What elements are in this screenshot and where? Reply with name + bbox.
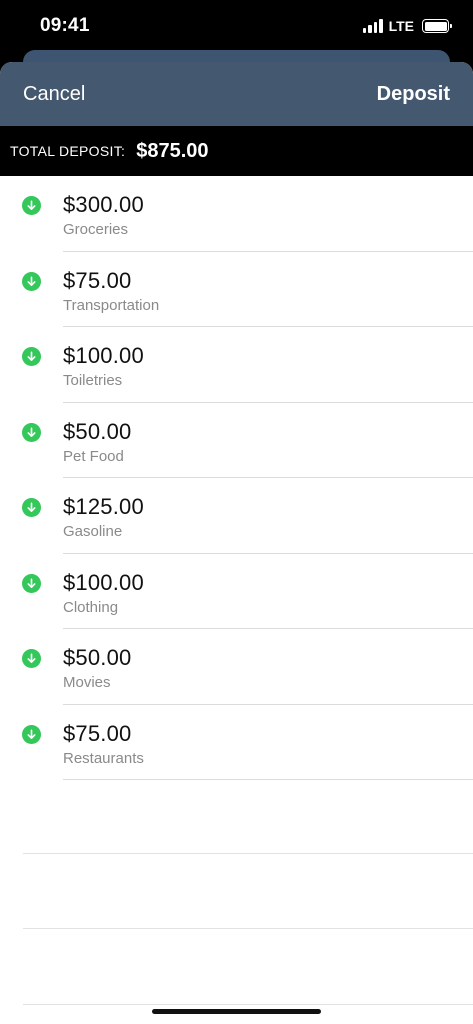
- empty-row-separator: [23, 853, 473, 854]
- item-amount: $300.00: [63, 192, 144, 217]
- item-amount: $100.00: [63, 569, 144, 595]
- item-amount: $100.00: [63, 343, 144, 368]
- item-amount: $50.00: [63, 645, 132, 670]
- list-item-text: $300.00 Groceries: [63, 192, 144, 238]
- list-item-text: $75.00 Transportation: [63, 268, 159, 314]
- nav-bar: Cancel Deposit: [0, 62, 473, 126]
- empty-row-separator: [23, 928, 473, 929]
- battery-icon: [422, 19, 452, 33]
- empty-row-separator: [23, 1004, 473, 1005]
- list-item-text: $50.00 Movies: [63, 645, 132, 691]
- item-category: Movies: [63, 674, 111, 691]
- list-item[interactable]: $75.00 Transportation: [0, 252, 473, 327]
- item-amount: $125.00: [63, 494, 144, 519]
- arrow-down-circle-icon: [22, 347, 41, 366]
- arrow-down-circle-icon: [22, 271, 41, 291]
- deposit-button[interactable]: Deposit: [377, 83, 450, 106]
- list-item[interactable]: $300.00 Groceries: [0, 176, 473, 252]
- list-item[interactable]: $125.00 Gasoline: [0, 478, 473, 554]
- arrow-down-circle-icon: [22, 573, 41, 593]
- item-amount: $75.00: [63, 267, 132, 293]
- list-item-text: $75.00 Restaurants: [63, 721, 144, 767]
- total-deposit-label: TOTAL DEPOSIT:: [10, 143, 126, 159]
- total-deposit-value: $875.00: [136, 139, 209, 162]
- list-item[interactable]: $75.00 Restaurants: [0, 705, 473, 780]
- item-category: Pet Food: [63, 447, 124, 465]
- deposit-item-list: $300.00 Groceries $75.00 Transportation $100…: [0, 176, 473, 780]
- list-item[interactable]: $50.00 Pet Food: [0, 403, 473, 478]
- list-item-text: $125.00 Gasoline: [63, 494, 144, 540]
- item-amount: $50.00: [63, 418, 132, 444]
- list-item-text: $100.00 Clothing: [63, 570, 144, 616]
- item-category: Toiletries: [63, 372, 123, 389]
- status-indicators: LTE: [362, 18, 452, 34]
- deposit-sheet: Cancel Deposit TOTAL DEPOSIT: $875.00 $3…: [0, 62, 473, 1024]
- item-category: Gasoline: [63, 523, 123, 540]
- item-category: Transportation: [63, 296, 160, 314]
- arrow-down-circle-icon: [22, 196, 41, 215]
- list-item[interactable]: $100.00 Clothing: [0, 554, 473, 629]
- list-item[interactable]: $100.00 Toiletries: [0, 327, 473, 403]
- cancel-button[interactable]: Cancel: [23, 83, 85, 106]
- home-indicator: [152, 1009, 321, 1014]
- item-category: Clothing: [63, 598, 119, 616]
- arrow-down-circle-icon: [22, 498, 41, 517]
- status-bar: 09:41 LTE: [0, 0, 473, 52]
- list-item-text: $50.00 Pet Food: [63, 419, 132, 465]
- arrow-down-circle-icon: [22, 724, 41, 744]
- row-separator: [63, 779, 473, 780]
- item-amount: $75.00: [63, 720, 132, 746]
- item-category: Groceries: [63, 221, 129, 238]
- status-time: 09:41: [40, 15, 90, 36]
- arrow-down-circle-icon: [22, 422, 41, 442]
- carrier-label: LTE: [388, 18, 414, 34]
- list-item[interactable]: $50.00 Movies: [0, 629, 473, 705]
- arrow-down-circle-icon: [22, 649, 41, 668]
- item-category: Restaurants: [63, 749, 144, 767]
- total-deposit-bar: TOTAL DEPOSIT: $875.00: [0, 126, 473, 176]
- cellular-signal-icon: [362, 19, 383, 33]
- list-item-text: $100.00 Toiletries: [63, 343, 144, 389]
